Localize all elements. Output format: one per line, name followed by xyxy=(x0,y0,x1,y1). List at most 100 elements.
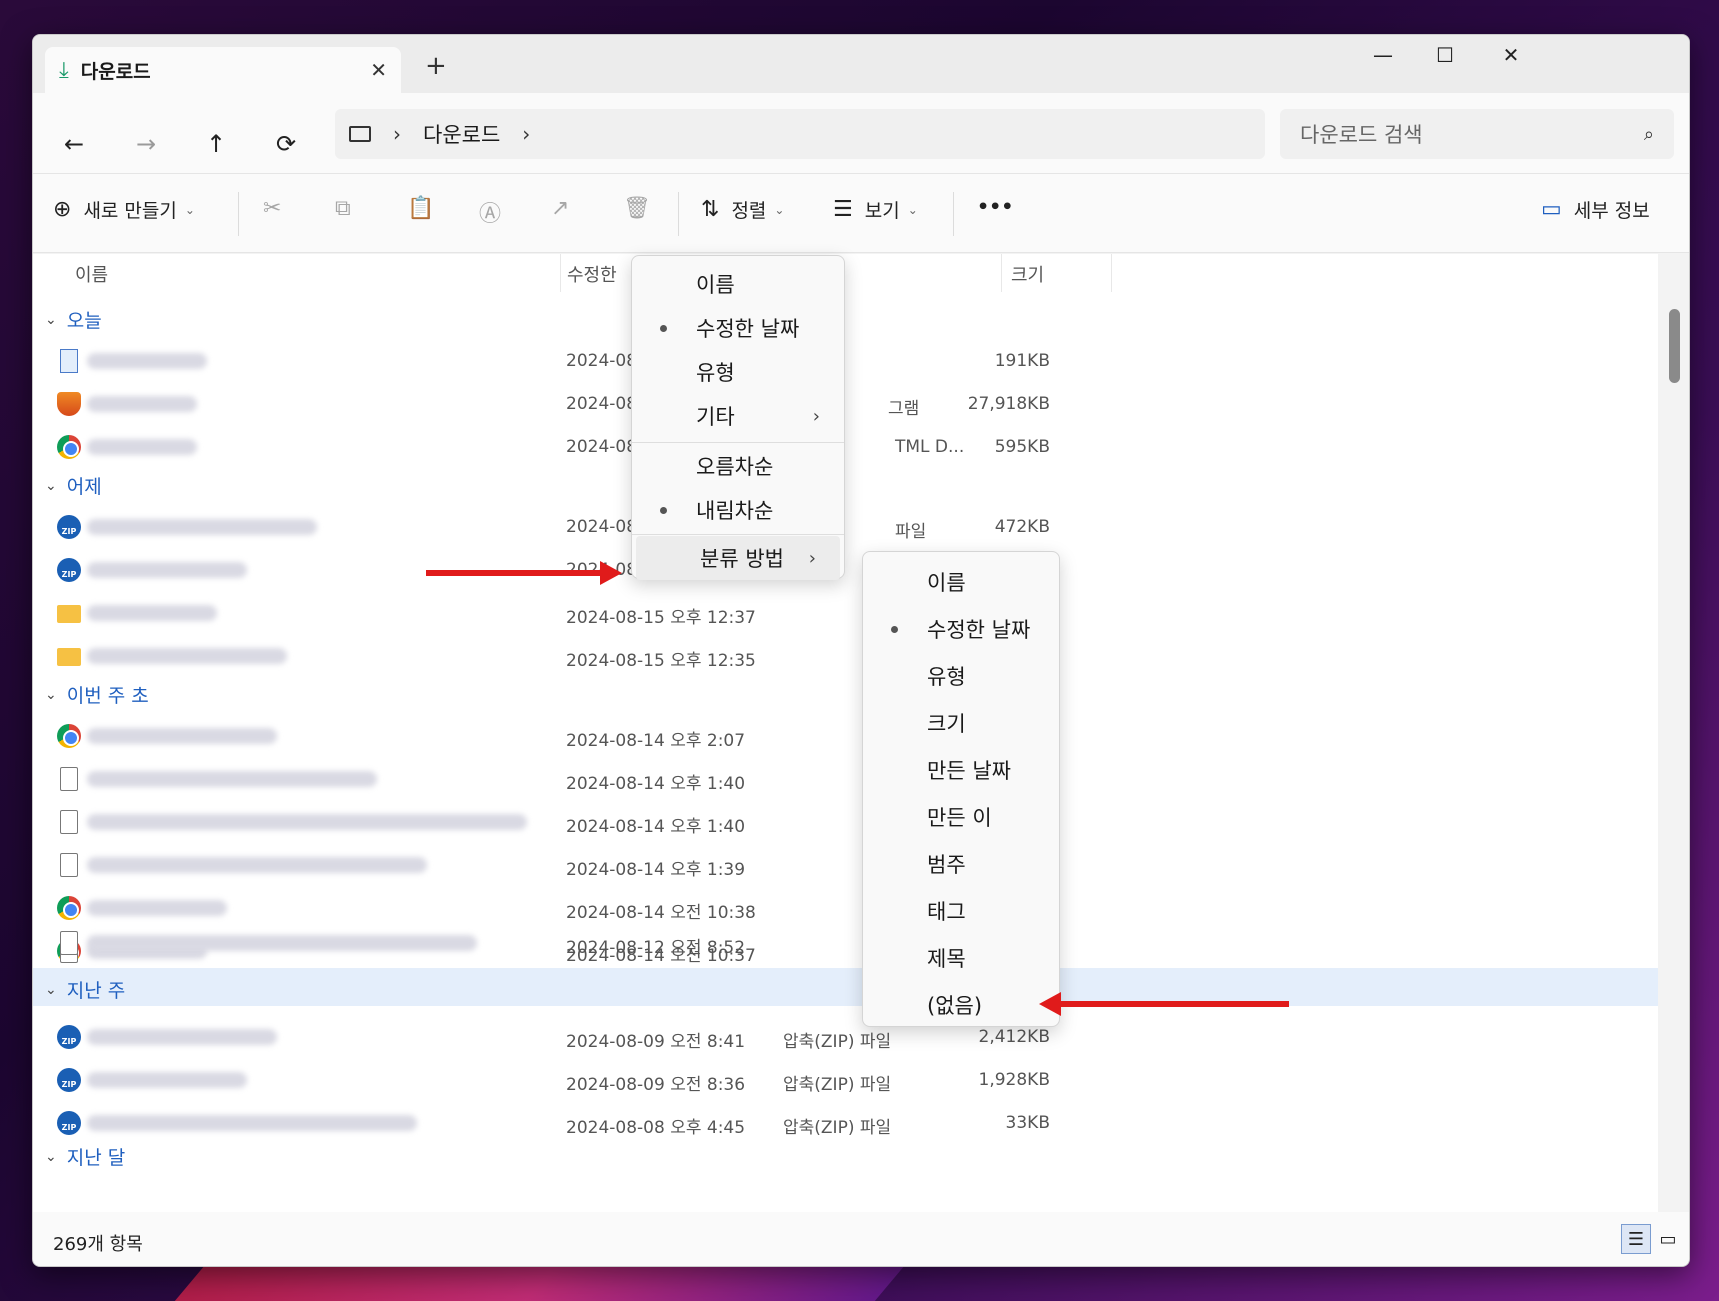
vertical-scrollbar-thumb[interactable] xyxy=(1669,309,1680,383)
chevron-down-icon: ⌄ xyxy=(184,202,195,217)
table-row[interactable]: 2024-08-14 오후 2:07 xyxy=(33,717,1658,755)
tab-downloads[interactable]: ⤓ 다운로드 ✕ xyxy=(45,47,401,93)
file-name-blurred xyxy=(87,439,197,455)
document-icon xyxy=(60,931,78,955)
menu-item-label: 유형 xyxy=(927,665,966,689)
new-tab-button[interactable]: + xyxy=(425,51,447,81)
back-button[interactable]: ← xyxy=(49,119,99,169)
group-menu-item-name[interactable]: 이름 xyxy=(863,560,1059,604)
table-row[interactable]: 2024-08-15 오후 12:35 xyxy=(33,637,1658,675)
view-button[interactable]: ☰ 보기 ⌄ xyxy=(833,196,918,223)
tab-close-icon[interactable]: ✕ xyxy=(370,58,387,82)
group-header-yesterday[interactable]: ⌄ 어제 xyxy=(45,472,102,499)
group-menu-item-none[interactable]: (없음) xyxy=(863,983,1059,1027)
table-row[interactable]: 2024-08-14 오후 1:40 xyxy=(33,760,1658,798)
sort-menu-item-descending[interactable]: 내림차순 xyxy=(632,488,844,532)
column-header-modified[interactable]: 수정한 xyxy=(567,254,617,294)
title-bar: ⤓ 다운로드 ✕ + — ☐ ✕ xyxy=(33,35,1689,93)
table-row[interactable]: ZIP 2024-08-09 오전 8:41 압축(ZIP) 파일 2,412KB xyxy=(33,1018,1658,1056)
scissors-icon: ✂ xyxy=(263,196,282,221)
table-row[interactable]: 2024-08-14 오전 10:38 xyxy=(33,889,1658,927)
details-pane-button[interactable]: ▭ 세부 정보 xyxy=(1541,196,1650,223)
table-row[interactable]: ZIP2024-08 xyxy=(33,551,1658,589)
breadcrumb-separator: › xyxy=(393,122,401,146)
close-window-button[interactable]: ✕ xyxy=(1481,43,1541,67)
group-menu-item-author[interactable]: 만든 이 xyxy=(863,795,1059,839)
search-input[interactable]: 다운로드 검색 xyxy=(1300,119,1423,149)
file-name-blurred xyxy=(87,648,287,664)
share-button[interactable]: ↗ xyxy=(551,196,581,221)
sort-menu-item-name[interactable]: 이름 xyxy=(632,262,844,306)
rename-button[interactable]: Ⓐ xyxy=(479,196,513,228)
delete-button[interactable]: 🗑 xyxy=(623,196,663,221)
group-menu-item-category[interactable]: 범주 xyxy=(863,842,1059,886)
table-row[interactable] xyxy=(33,939,1658,1013)
table-row[interactable]: 2024-08 그램 27,918KB xyxy=(33,385,1658,423)
details-view-icon[interactable]: ☰ xyxy=(1621,1224,1651,1254)
maximize-button[interactable]: ☐ xyxy=(1415,43,1475,67)
chevron-down-icon: ⌄ xyxy=(45,1148,57,1165)
new-button[interactable]: ⊕ 새로 만들기 ⌄ xyxy=(53,196,195,223)
sort-menu-item-more[interactable]: 기타 › xyxy=(632,394,844,438)
tiles-view-icon[interactable]: ▭ xyxy=(1653,1224,1683,1254)
trash-icon: 🗑 xyxy=(623,196,651,221)
up-button[interactable]: ↑ xyxy=(191,119,241,169)
forward-button[interactable]: → xyxy=(121,119,171,169)
group-menu-item-type[interactable]: 유형 xyxy=(863,654,1059,698)
sort-menu-item-ascending[interactable]: 오름차순 xyxy=(632,444,844,488)
toolbar-divider xyxy=(678,192,679,236)
file-explorer-window: ⤓ 다운로드 ✕ + — ☐ ✕ ← → ↑ ⟳ › 다운로드 › 다운로드 검… xyxy=(32,34,1690,1267)
file-name-blurred xyxy=(87,353,207,369)
sort-menu-item-group-by[interactable]: 분류 방법 › xyxy=(636,536,840,580)
file-name-blurred xyxy=(87,857,427,873)
menu-item-label: 오름차순 xyxy=(696,455,774,479)
table-row[interactable]: 2024-08 191KB xyxy=(33,342,1658,380)
breadcrumb-downloads[interactable]: 다운로드 xyxy=(423,119,500,149)
search-box[interactable]: 다운로드 검색 ⌕ xyxy=(1280,109,1674,159)
zip-icon: ZIP xyxy=(57,558,81,582)
group-header-last-month[interactable]: ⌄ 지난 달 xyxy=(45,1143,125,1170)
column-header-name[interactable]: 이름 xyxy=(75,254,108,294)
group-menu-item-date-created[interactable]: 만든 날짜 xyxy=(863,748,1059,792)
table-row[interactable]: ZIP 2024-08-08 오후 4:45 압축(ZIP) 파일 33KB xyxy=(33,1104,1658,1142)
copy-button[interactable]: ⧉ xyxy=(335,196,363,221)
table-row[interactable]: 2024-08-14 오후 1:39 xyxy=(33,846,1658,884)
group-menu-item-date-modified[interactable]: 수정한 날짜 xyxy=(863,607,1059,651)
sort-menu-item-type[interactable]: 유형 xyxy=(632,350,844,394)
file-date: 2024-08-09 오전 8:41 xyxy=(566,1032,746,1052)
menu-item-label: 유형 xyxy=(696,361,735,385)
group-header-today[interactable]: ⌄ 오늘 xyxy=(45,306,102,333)
share-icon: ↗ xyxy=(551,196,570,221)
more-options-button[interactable]: ••• xyxy=(977,196,1013,218)
breadcrumb-separator-end[interactable]: › xyxy=(522,122,530,146)
paste-button[interactable]: 📋 xyxy=(407,196,446,221)
folder-icon xyxy=(57,648,81,666)
menu-item-label: 이름 xyxy=(696,273,735,297)
sort-menu-item-date-modified[interactable]: 수정한 날짜 xyxy=(632,306,844,350)
address-bar[interactable]: › 다운로드 › xyxy=(335,109,1265,159)
sort-button[interactable]: ⇅ 정렬 ⌄ xyxy=(701,196,784,223)
menu-item-label: 수정한 날짜 xyxy=(696,317,800,341)
table-row[interactable]: 2024-08-12 오전 8:52 xyxy=(33,924,1658,962)
group-menu-item-size[interactable]: 크기 xyxy=(863,701,1059,745)
minimize-button[interactable]: — xyxy=(1353,43,1413,67)
file-date: 2024-08 xyxy=(566,394,638,414)
group-menu-item-title[interactable]: 제목 xyxy=(863,936,1059,980)
column-header-size[interactable]: 크기 xyxy=(1011,254,1044,294)
table-row[interactable]: ZIP 2024-08-09 오전 8:36 압축(ZIP) 파일 1,928KB xyxy=(33,1061,1658,1099)
chrome-icon xyxy=(57,724,81,748)
table-row[interactable]: 2024-08-14 오후 1:40 xyxy=(33,803,1658,841)
group-menu-item-tags[interactable]: 태그 xyxy=(863,889,1059,933)
table-row[interactable]: ZIP 2024-08 파일 472KB xyxy=(33,508,1658,546)
cut-button[interactable]: ✂ xyxy=(263,196,293,221)
group-header-earlier-this-week[interactable]: ⌄ 이번 주 초 xyxy=(45,681,149,708)
document-icon xyxy=(60,810,78,834)
table-row[interactable]: 2024-08 TML D... 595KB xyxy=(33,428,1658,466)
file-size: 33KB xyxy=(1005,1113,1050,1133)
table-row[interactable]: 2024-08-15 오후 12:37 xyxy=(33,594,1658,632)
refresh-button[interactable]: ⟳ xyxy=(261,119,311,169)
menu-item-label: 제목 xyxy=(927,947,966,971)
details-pane-label: 세부 정보 xyxy=(1573,200,1650,222)
file-date: 2024-08-14 오후 1:39 xyxy=(566,860,746,880)
document-icon xyxy=(60,853,78,877)
